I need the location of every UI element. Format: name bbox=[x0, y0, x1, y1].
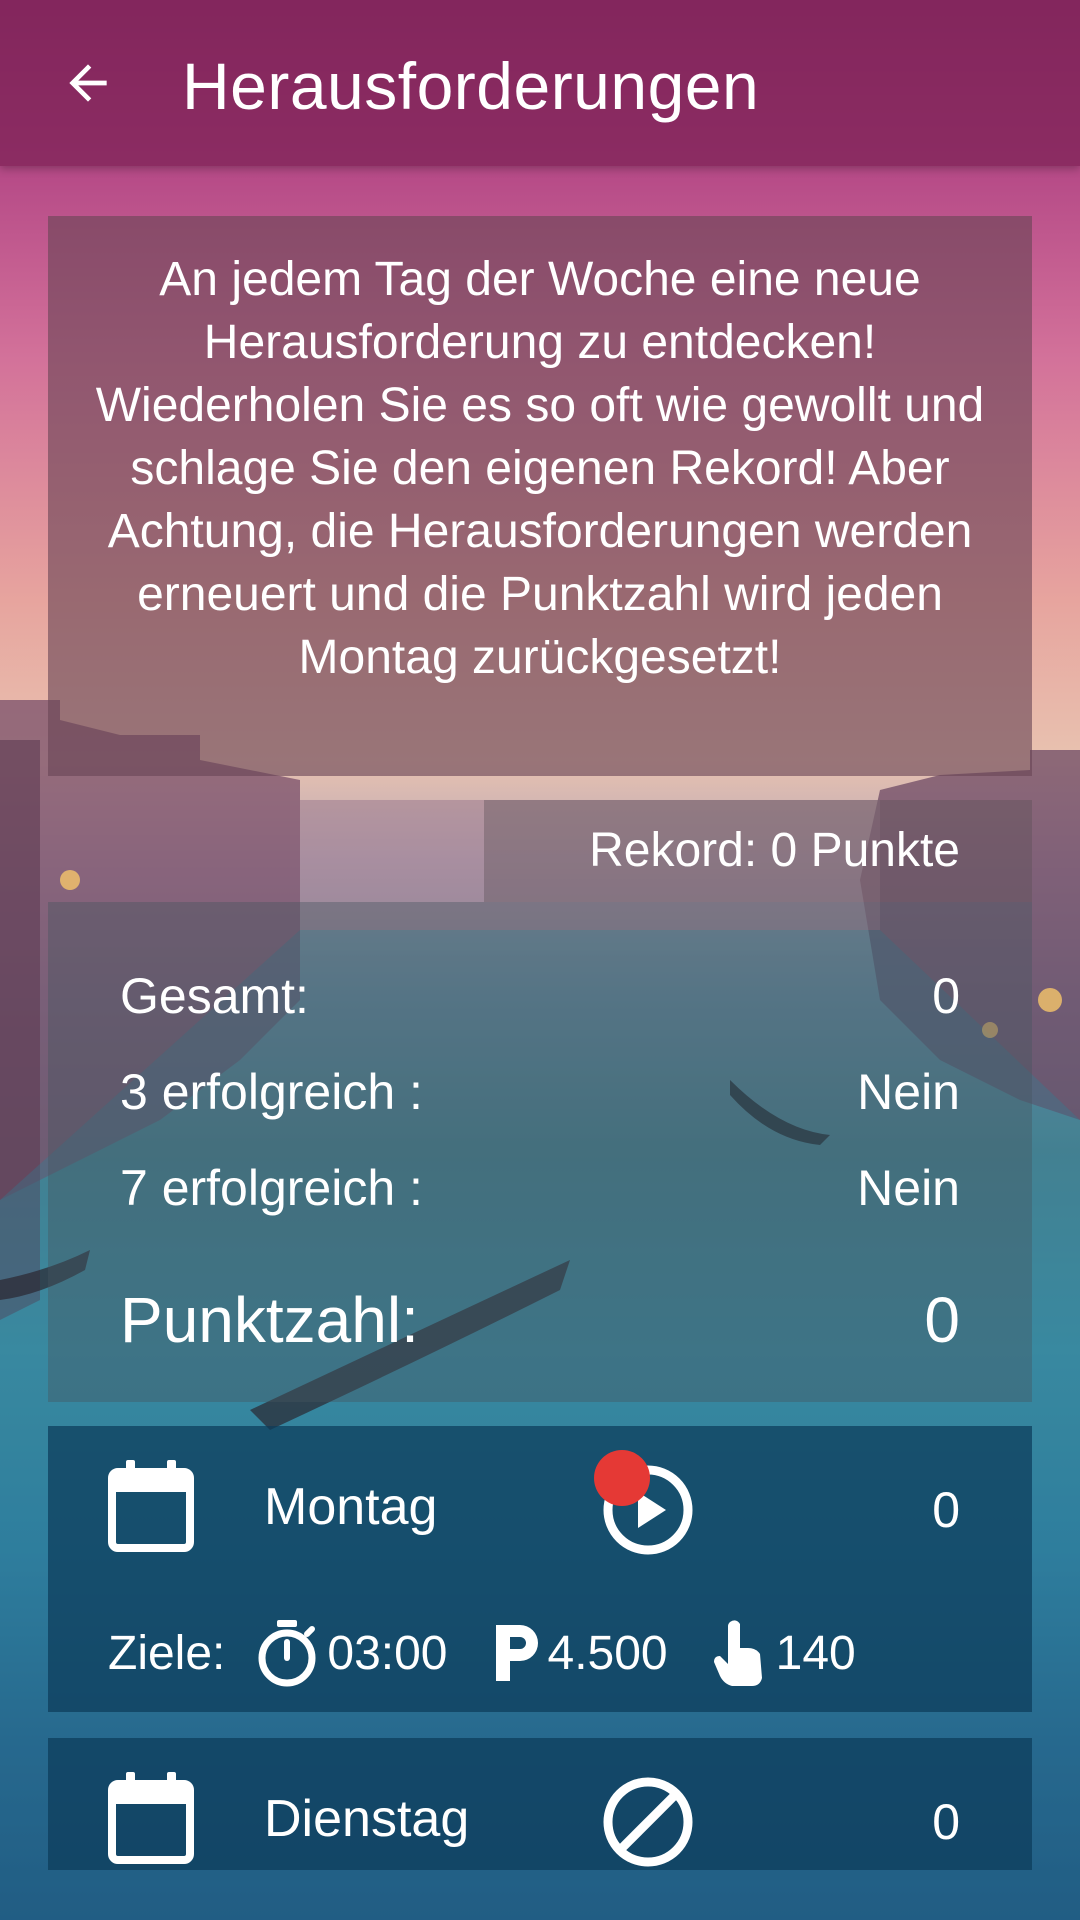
seven-success-value: Nein bbox=[857, 1160, 960, 1216]
tap-hand-icon bbox=[713, 1620, 762, 1686]
day-card-tuesday[interactable]: Dienstag 0 bbox=[48, 1738, 1032, 1870]
intro-text: An jedem Tag der Woche eine neue Herausf… bbox=[95, 253, 985, 684]
goals-label: Ziele: bbox=[108, 1626, 226, 1680]
stats-panel: Gesamt: 0 3 erfolgreich : Nein 7 erfolgr… bbox=[48, 902, 1032, 1402]
parking-p-icon bbox=[495, 1625, 538, 1681]
goal-points: 4.500 bbox=[547, 1626, 668, 1680]
score-row: Punktzahl: 0 bbox=[120, 1282, 960, 1358]
goal-time: 03:00 bbox=[327, 1626, 448, 1680]
goal-taps: 140 bbox=[775, 1626, 856, 1680]
goals-row: Ziele: 03:00 4.500 140 bbox=[108, 1618, 988, 1688]
score-label: Punktzahl: bbox=[120, 1284, 419, 1356]
record-text: Rekord: 0 Punkte bbox=[589, 824, 960, 877]
three-success-row: 3 erfolgreich : Nein bbox=[120, 1062, 960, 1122]
day-label-tuesday: Dienstag bbox=[264, 1790, 470, 1848]
app-bar: Herausforderungen bbox=[0, 0, 1080, 166]
day-card-monday[interactable]: Montag 0 Ziele: 03:00 4.500 140 bbox=[48, 1426, 1032, 1712]
total-row: Gesamt: 0 bbox=[120, 966, 960, 1026]
day-score-tuesday: 0 bbox=[932, 1794, 960, 1850]
record-box: Rekord: 0 Punkte bbox=[484, 800, 1032, 902]
calendar-icon bbox=[108, 1460, 194, 1552]
intro-panel: An jedem Tag der Woche eine neue Herausf… bbox=[48, 216, 1032, 776]
three-success-value: Nein bbox=[857, 1064, 960, 1120]
stopwatch-icon bbox=[258, 1620, 316, 1687]
day-score-monday: 0 bbox=[932, 1482, 960, 1538]
back-button[interactable] bbox=[40, 35, 136, 131]
blocked-icon bbox=[603, 1777, 693, 1867]
seven-success-row: 7 erfolgreich : Nein bbox=[120, 1158, 960, 1218]
total-label: Gesamt: bbox=[120, 968, 309, 1024]
arrow-left-icon bbox=[69, 64, 107, 102]
score-value: 0 bbox=[924, 1284, 960, 1356]
new-badge-dot bbox=[594, 1450, 650, 1506]
day-label-monday: Montag bbox=[264, 1478, 438, 1536]
seven-success-label: 7 erfolgreich : bbox=[120, 1160, 423, 1216]
calendar-icon bbox=[108, 1772, 194, 1864]
page-title: Herausforderungen bbox=[182, 49, 760, 123]
three-success-label: 3 erfolgreich : bbox=[120, 1064, 423, 1120]
total-value: 0 bbox=[932, 968, 960, 1024]
